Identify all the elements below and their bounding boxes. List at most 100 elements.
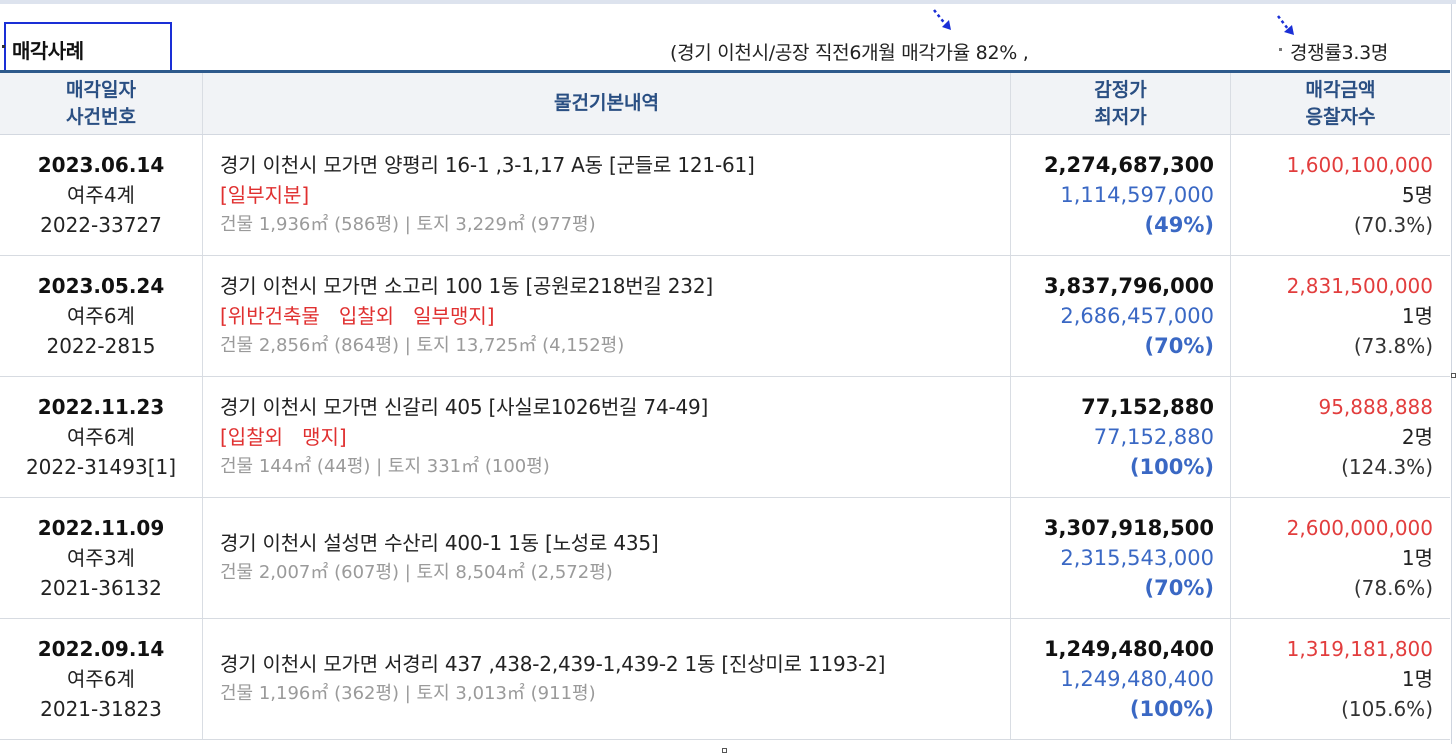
case-number[interactable]: 2022-33727 bbox=[40, 210, 162, 240]
property-address[interactable]: 경기 이천시 모가면 신갈리 405 [사실로1026번길 74-49] bbox=[220, 392, 1010, 422]
bullet-dot bbox=[2, 45, 5, 48]
appraisal-price: 77,152,880 bbox=[1081, 395, 1214, 419]
competition-rate: 경쟁률3.3명 bbox=[1290, 42, 1389, 64]
minimum-percent: (100%) bbox=[1129, 697, 1214, 721]
sale-cell: 1,600,100,000 5명 (70.3%) bbox=[1231, 135, 1450, 255]
sale-price: 1,600,100,000 bbox=[1286, 153, 1433, 177]
sale-cell: 1,319,181,800 1명 (105.6%) bbox=[1231, 619, 1450, 739]
court-division: 여주6계 bbox=[67, 304, 135, 328]
case-number[interactable]: 2022-31493[1] bbox=[26, 452, 176, 482]
date-case-cell: 2023.05.24 여주6계 2022-2815 bbox=[0, 256, 203, 376]
minimum-price: 1,114,597,000 bbox=[1060, 183, 1214, 207]
sale-cases-table: 매각일자 사건번호 물건기본내역 감정가 최저가 매각금액 응찰자수 2023.… bbox=[0, 70, 1450, 740]
bidder-count: 1명 bbox=[1401, 304, 1433, 328]
property-info-cell: 경기 이천시 모가면 서경리 437 ,438-2,439-1,439-2 1동… bbox=[203, 619, 1011, 739]
property-tags: [입찰외 맹지] bbox=[220, 425, 347, 449]
bidder-count: 1명 bbox=[1401, 546, 1433, 570]
section-header: 매각사례 (경기 이천시/공장 직전6개월 매각가율 82% , 경쟁률3.3명 bbox=[0, 4, 1450, 72]
table-row[interactable]: 2022.11.09 여주3계 2021-36132 경기 이천시 설성면 수산… bbox=[0, 498, 1450, 619]
bullet-dot bbox=[1279, 48, 1282, 51]
bidder-count: 1명 bbox=[1401, 667, 1433, 691]
resize-handle-right[interactable] bbox=[1451, 373, 1456, 378]
case-number[interactable]: 2021-31823 bbox=[40, 694, 162, 724]
sale-cell: 95,888,888 2명 (124.3%) bbox=[1231, 377, 1450, 497]
minimum-price: 2,686,457,000 bbox=[1060, 304, 1214, 328]
sale-ratio: (73.8%) bbox=[1353, 334, 1433, 358]
property-address[interactable]: 경기 이천시 모가면 소고리 100 1동 [공원로218번길 232] bbox=[220, 271, 1010, 301]
date-case-cell: 2022.11.23 여주6계 2022-31493[1] bbox=[0, 377, 203, 497]
sale-date: 2022.11.23 bbox=[37, 395, 165, 419]
sale-price: 95,888,888 bbox=[1318, 395, 1433, 419]
resize-handle-bottom[interactable] bbox=[722, 748, 727, 753]
court-division: 여주3계 bbox=[67, 546, 135, 570]
bidder-count: 2명 bbox=[1401, 425, 1433, 449]
property-info-cell: 경기 이천시 설성면 수산리 400-1 1동 [노성로 435] 건물 2,0… bbox=[203, 498, 1011, 618]
property-address[interactable]: 경기 이천시 모가면 양평리 16-1 ,3-1,17 A동 [군들로 121-… bbox=[220, 150, 1010, 180]
date-case-cell: 2023.06.14 여주4계 2022-33727 bbox=[0, 135, 203, 255]
col-header-date: 매각일자 사건번호 bbox=[0, 73, 203, 134]
minimum-price: 1,249,480,400 bbox=[1060, 667, 1214, 691]
case-number[interactable]: 2021-36132 bbox=[40, 573, 162, 603]
price-cell: 77,152,880 77,152,880 (100%) bbox=[1011, 377, 1231, 497]
property-tags: [위반건축물 입찰외 일부맹지] bbox=[220, 304, 495, 328]
table-row[interactable]: 2022.11.23 여주6계 2022-31493[1] 경기 이천시 모가면… bbox=[0, 377, 1450, 498]
sale-ratio: (70.3%) bbox=[1353, 213, 1433, 237]
minimum-price: 77,152,880 bbox=[1093, 425, 1214, 449]
sale-date: 2023.06.14 bbox=[37, 153, 165, 177]
sale-price: 1,319,181,800 bbox=[1286, 637, 1433, 661]
property-info-cell: 경기 이천시 모가면 신갈리 405 [사실로1026번길 74-49] [입찰… bbox=[203, 377, 1011, 497]
minimum-percent: (49%) bbox=[1144, 213, 1214, 237]
property-area: 건물 1,936㎡ (586평) | 토지 3,229㎡ (977평) bbox=[220, 214, 596, 235]
sale-date: 2022.11.09 bbox=[37, 516, 165, 540]
minimum-price: 2,315,543,000 bbox=[1060, 546, 1214, 570]
case-number[interactable]: 2022-2815 bbox=[46, 331, 155, 361]
sale-date: 2023.05.24 bbox=[37, 274, 165, 298]
arrow-annotation-icon bbox=[933, 9, 951, 30]
sale-ratio: (78.6%) bbox=[1353, 576, 1433, 600]
property-area: 건물 144㎡ (44평) | 토지 331㎡ (100평) bbox=[220, 456, 550, 477]
sale-price: 2,831,500,000 bbox=[1286, 274, 1433, 298]
arrow-annotation-icon bbox=[1277, 15, 1294, 35]
property-info-cell: 경기 이천시 모가면 소고리 100 1동 [공원로218번길 232] [위반… bbox=[203, 256, 1011, 376]
table-row[interactable]: 2022.09.14 여주6계 2021-31823 경기 이천시 모가면 서경… bbox=[0, 619, 1450, 740]
appraisal-price: 3,837,796,000 bbox=[1043, 274, 1214, 298]
title-selection-box[interactable]: 매각사례 bbox=[2, 22, 172, 72]
sale-cell: 2,831,500,000 1명 (73.8%) bbox=[1231, 256, 1450, 376]
sale-rate-summary: (경기 이천시/공장 직전6개월 매각가율 82% , bbox=[670, 42, 1029, 64]
minimum-percent: (70%) bbox=[1144, 576, 1214, 600]
appraisal-price: 3,307,918,500 bbox=[1043, 516, 1214, 540]
table-row[interactable]: 2023.05.24 여주6계 2022-2815 경기 이천시 모가면 소고리… bbox=[0, 256, 1450, 377]
property-address[interactable]: 경기 이천시 설성면 수산리 400-1 1동 [노성로 435] bbox=[220, 528, 1010, 558]
property-info-cell: 경기 이천시 모가면 양평리 16-1 ,3-1,17 A동 [군들로 121-… bbox=[203, 135, 1011, 255]
price-cell: 3,837,796,000 2,686,457,000 (70%) bbox=[1011, 256, 1231, 376]
col-header-price: 감정가 최저가 bbox=[1011, 73, 1231, 134]
property-area: 건물 2,856㎡ (864평) | 토지 13,725㎡ (4,152평) bbox=[220, 335, 625, 356]
property-address[interactable]: 경기 이천시 모가면 서경리 437 ,438-2,439-1,439-2 1동… bbox=[220, 649, 1010, 679]
property-area: 건물 2,007㎡ (607평) | 토지 8,504㎡ (2,572평) bbox=[220, 562, 613, 583]
minimum-percent: (100%) bbox=[1129, 455, 1214, 479]
price-cell: 2,274,687,300 1,114,597,000 (49%) bbox=[1011, 135, 1231, 255]
table-header: 매각일자 사건번호 물건기본내역 감정가 최저가 매각금액 응찰자수 bbox=[0, 73, 1450, 135]
court-division: 여주4계 bbox=[67, 183, 135, 207]
court-division: 여주6계 bbox=[67, 667, 135, 691]
price-cell: 3,307,918,500 2,315,543,000 (70%) bbox=[1011, 498, 1231, 618]
bidder-count: 5명 bbox=[1401, 183, 1433, 207]
section-title: 매각사례 bbox=[12, 39, 84, 63]
price-cell: 1,249,480,400 1,249,480,400 (100%) bbox=[1011, 619, 1231, 739]
property-area: 건물 1,196㎡ (362평) | 토지 3,013㎡ (911평) bbox=[220, 683, 596, 704]
sale-date: 2022.09.14 bbox=[37, 637, 165, 661]
sale-ratio: (124.3%) bbox=[1341, 455, 1433, 479]
table-row[interactable]: 2023.06.14 여주4계 2022-33727 경기 이천시 모가면 양평… bbox=[0, 135, 1450, 256]
court-division: 여주6계 bbox=[67, 425, 135, 449]
appraisal-price: 2,274,687,300 bbox=[1043, 153, 1214, 177]
appraisal-price: 1,249,480,400 bbox=[1043, 637, 1214, 661]
col-header-sale: 매각금액 응찰자수 bbox=[1305, 78, 1376, 128]
minimum-percent: (70%) bbox=[1144, 334, 1214, 358]
sale-price: 2,600,000,000 bbox=[1286, 516, 1433, 540]
col-header-info: 물건기본내역 bbox=[203, 73, 1011, 134]
property-tags: [일부지분] bbox=[220, 183, 310, 207]
date-case-cell: 2022.11.09 여주3계 2021-36132 bbox=[0, 498, 203, 618]
sale-cell: 2,600,000,000 1명 (78.6%) bbox=[1231, 498, 1450, 618]
date-case-cell: 2022.09.14 여주6계 2021-31823 bbox=[0, 619, 203, 739]
sale-ratio: (105.6%) bbox=[1341, 697, 1433, 721]
